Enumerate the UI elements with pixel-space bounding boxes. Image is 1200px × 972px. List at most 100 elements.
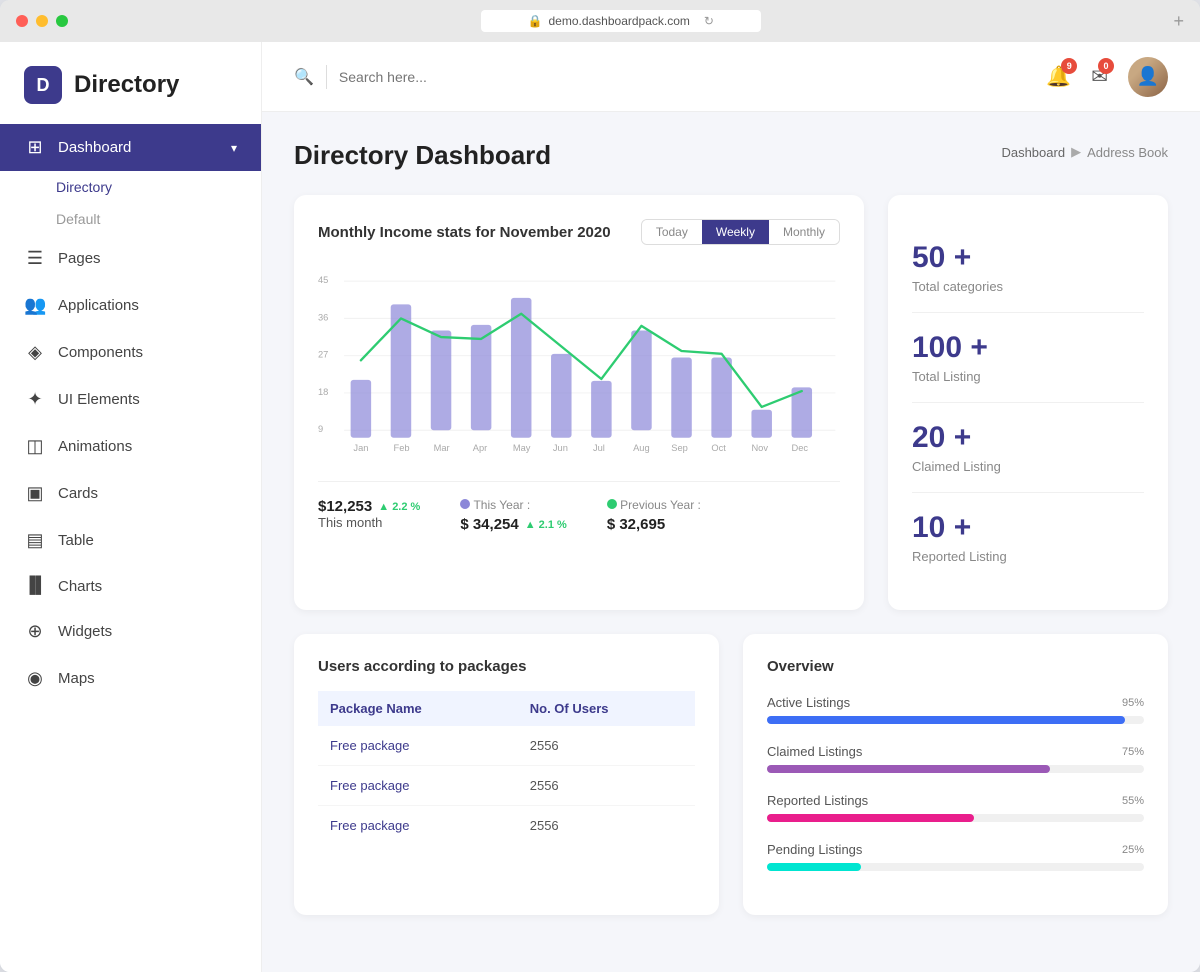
svg-text:Mar: Mar xyxy=(434,443,450,453)
income-chart: 45 36 27 18 9 xyxy=(318,265,840,465)
progress-pct: 25% xyxy=(1122,844,1144,856)
overview-title: Overview xyxy=(767,658,1144,675)
stats-panel: 50 + Total categories 100 + Total Listin… xyxy=(888,195,1168,610)
table-row: Free package2556 xyxy=(318,806,695,846)
svg-text:Sep: Sep xyxy=(671,443,688,453)
stat-label-reported: Reported Listing xyxy=(912,549,1144,564)
progress-bar-fill xyxy=(767,814,974,822)
avatar-image: 👤 xyxy=(1128,57,1168,97)
sidebar-item-table[interactable]: ▤ Table xyxy=(0,517,261,564)
minimize-button[interactable] xyxy=(36,15,48,27)
prev-year-dot xyxy=(607,499,617,509)
applications-icon: 👥 xyxy=(24,295,46,316)
sidebar-item-label: Maps xyxy=(58,670,95,687)
logo-text: Directory xyxy=(74,71,179,99)
url-bar-container: 🔒 demo.dashboardpack.com ↻ xyxy=(76,10,1165,32)
col-package-name: Package Name xyxy=(318,691,518,726)
tab-weekly[interactable]: Weekly xyxy=(702,220,769,244)
sidebar-item-pages[interactable]: ☰ Pages xyxy=(0,235,261,282)
svg-text:Jul: Jul xyxy=(593,443,605,453)
mail-icon-wrap[interactable]: ✉ 0 xyxy=(1091,64,1108,89)
sidebar-item-animations[interactable]: ◫ Animations xyxy=(0,423,261,470)
user-avatar[interactable]: 👤 xyxy=(1128,57,1168,97)
overview-progress-item: Pending Listings 25% xyxy=(767,842,1144,871)
packages-table-card: Users according to packages Package Name… xyxy=(294,634,719,915)
widgets-icon: ⊕ xyxy=(24,621,46,642)
chart-title: Monthly Income stats for November 2020 xyxy=(318,224,611,241)
progress-bar-bg xyxy=(767,863,1144,871)
breadcrumb-dashboard[interactable]: Dashboard xyxy=(1001,145,1065,160)
package-name: Free package xyxy=(318,806,518,846)
progress-bar-fill xyxy=(767,716,1125,724)
progress-label: Pending Listings 25% xyxy=(767,842,1144,857)
close-button[interactable] xyxy=(16,15,28,27)
sidebar-item-applications[interactable]: 👥 Applications xyxy=(0,282,261,329)
stat-reported-listing: 10 + Reported Listing xyxy=(912,493,1144,582)
progress-bar-bg xyxy=(767,814,1144,822)
sidebar-item-maps[interactable]: ◉ Maps xyxy=(0,655,261,702)
stat-number-categories: 50 + xyxy=(912,241,1144,275)
svg-text:18: 18 xyxy=(318,387,328,397)
table-row: Free package2556 xyxy=(318,726,695,766)
this-year-stat: This Year : $ 34,254 ▲ 2.1 % xyxy=(460,498,566,533)
overview-progress-item: Active Listings 95% xyxy=(767,695,1144,724)
stat-claimed-listing: 20 + Claimed Listing xyxy=(912,403,1144,493)
sidebar-navigation: ⊞ Dashboard ▾ Directory Default ☰ Pages … xyxy=(0,124,261,972)
sidebar-item-components[interactable]: ◈ Components xyxy=(0,329,261,376)
progress-bar-bg xyxy=(767,765,1144,773)
notification-badge: 9 xyxy=(1061,58,1077,74)
maps-icon: ◉ xyxy=(24,668,46,689)
mail-badge: 0 xyxy=(1098,58,1114,74)
sidebar-item-label: Components xyxy=(58,344,143,361)
svg-text:Aug: Aug xyxy=(633,443,650,453)
progress-item-label: Reported Listings xyxy=(767,793,868,808)
new-tab-button[interactable]: + xyxy=(1173,11,1184,32)
overview-progress-item: Claimed Listings 75% xyxy=(767,744,1144,773)
submenu-item-directory[interactable]: Directory xyxy=(56,171,261,203)
sidebar-item-widgets[interactable]: ⊕ Widgets xyxy=(0,608,261,655)
stat-label-listing: Total Listing xyxy=(912,369,1144,384)
breadcrumb: Dashboard ▶ Address Book xyxy=(1001,144,1168,160)
tab-today[interactable]: Today xyxy=(642,220,702,244)
main-content: 🔍 🔔 9 ✉ 0 👤 xyxy=(262,42,1200,972)
components-icon: ◈ xyxy=(24,342,46,363)
maximize-button[interactable] xyxy=(56,15,68,27)
notification-bell[interactable]: 🔔 9 xyxy=(1046,64,1071,89)
progress-item-label: Active Listings xyxy=(767,695,850,710)
search-input[interactable] xyxy=(339,69,1034,85)
browser-toolbar: 🔒 demo.dashboardpack.com ↻ + xyxy=(0,0,1200,42)
sidebar-item-label: Dashboard xyxy=(58,139,131,156)
progress-item-label: Pending Listings xyxy=(767,842,862,857)
sidebar-item-charts[interactable]: ▐▌ Charts xyxy=(0,564,261,608)
refresh-icon[interactable]: ↻ xyxy=(704,14,714,28)
sidebar-item-dashboard[interactable]: ⊞ Dashboard ▾ xyxy=(0,124,261,171)
submenu-item-default[interactable]: Default xyxy=(56,203,261,235)
svg-text:Jun: Jun xyxy=(553,443,568,453)
progress-pct: 95% xyxy=(1122,697,1144,709)
chart-header: Monthly Income stats for November 2020 T… xyxy=(318,219,840,245)
progress-bar-bg xyxy=(767,716,1144,724)
url-bar[interactable]: 🔒 demo.dashboardpack.com ↻ xyxy=(481,10,761,32)
sidebar-item-ui-elements[interactable]: ✦ UI Elements xyxy=(0,376,261,423)
stat-total-categories: 50 + Total categories xyxy=(912,223,1144,313)
this-month-value: $12,253 ▲ 2.2 % xyxy=(318,498,420,515)
tab-monthly[interactable]: Monthly xyxy=(769,220,839,244)
package-name: Free package xyxy=(318,726,518,766)
svg-text:9: 9 xyxy=(318,424,323,434)
stat-number-listing: 100 + xyxy=(912,331,1144,365)
sidebar-item-label: Cards xyxy=(58,485,98,502)
svg-text:Dec: Dec xyxy=(792,443,809,453)
ui-elements-icon: ✦ xyxy=(24,389,46,410)
browser-window: 🔒 demo.dashboardpack.com ↻ + D Directory… xyxy=(0,0,1200,972)
svg-text:Apr: Apr xyxy=(473,443,488,453)
progress-label: Reported Listings 55% xyxy=(767,793,1144,808)
animations-icon: ◫ xyxy=(24,436,46,457)
package-users: 2556 xyxy=(518,766,695,806)
this-year-value: $ 34,254 ▲ 2.1 % xyxy=(460,516,566,533)
breadcrumb-separator: ▶ xyxy=(1071,144,1081,160)
stat-label-claimed: Claimed Listing xyxy=(912,459,1144,474)
sidebar-item-cards[interactable]: ▣ Cards xyxy=(0,470,261,517)
sidebar: D Directory ⊞ Dashboard ▾ Directory Defa… xyxy=(0,42,262,972)
svg-text:36: 36 xyxy=(318,312,328,322)
progress-bar-fill xyxy=(767,863,861,871)
